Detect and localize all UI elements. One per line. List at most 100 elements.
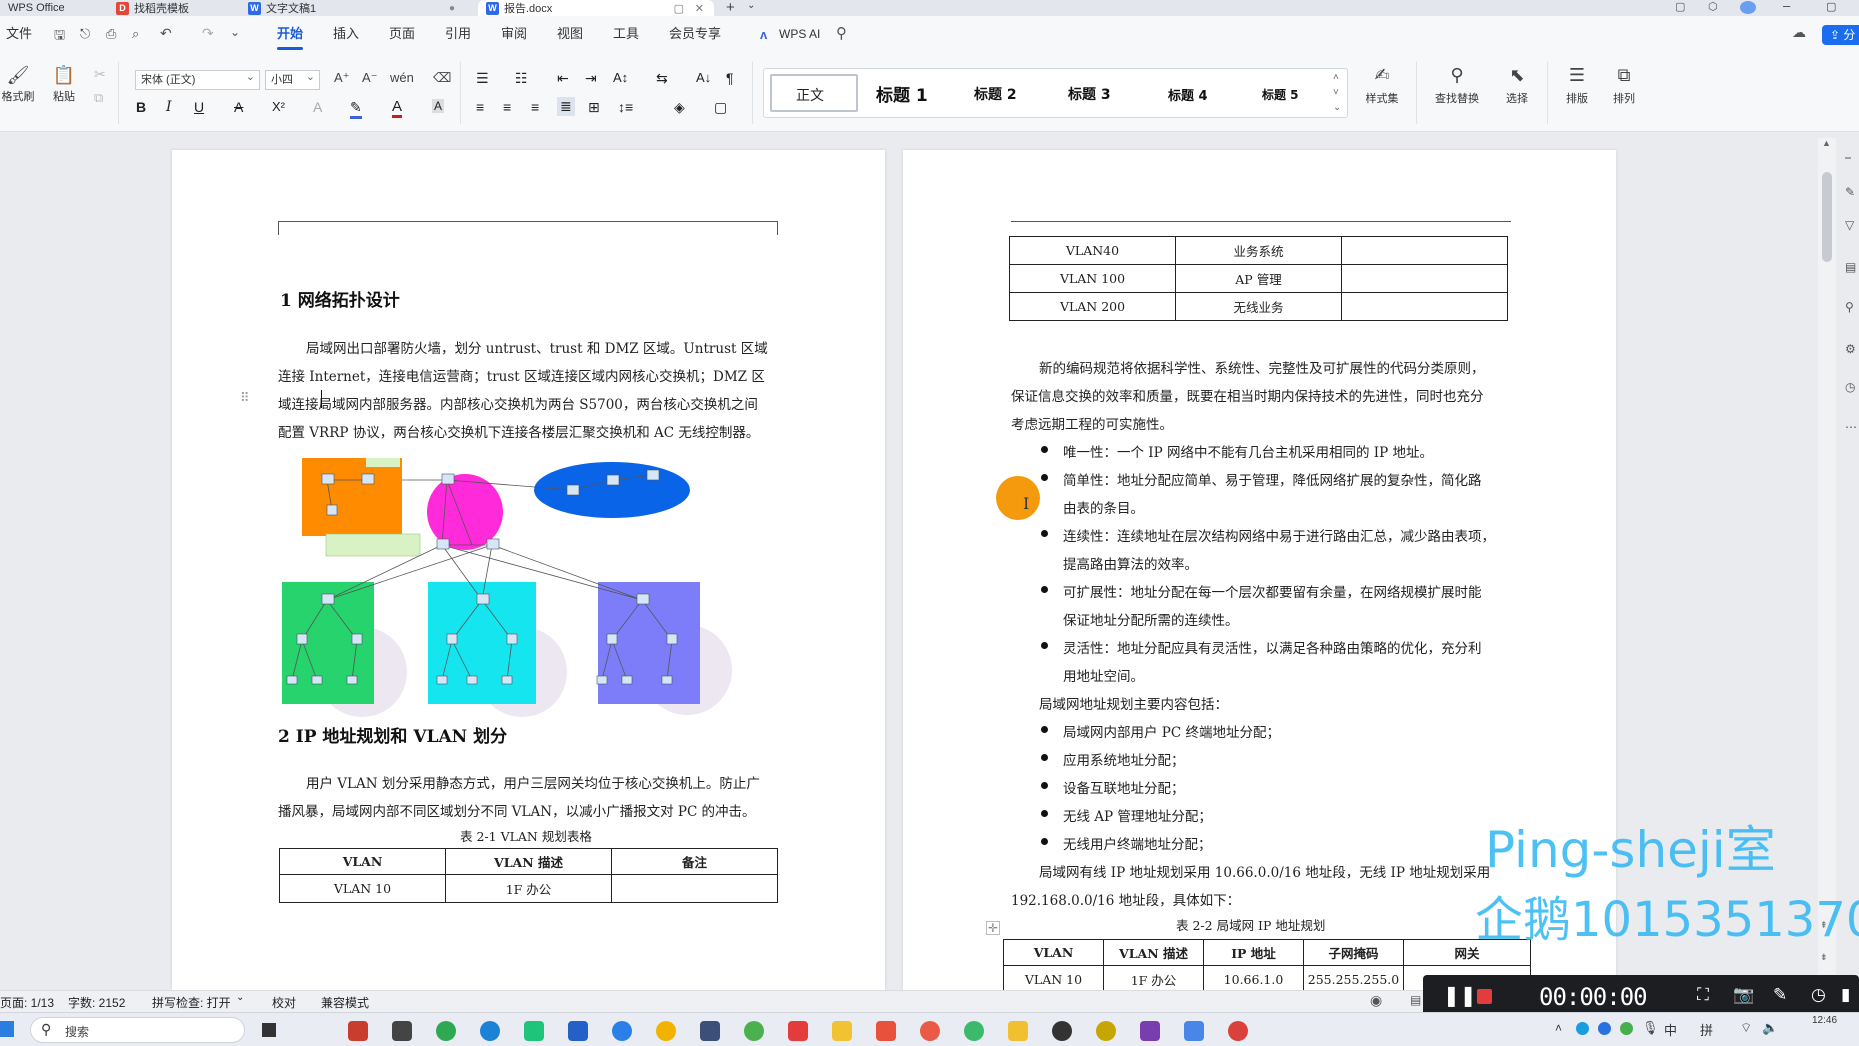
redo-icon[interactable]: ↷ (202, 25, 214, 42)
app-icon[interactable] (700, 1021, 720, 1041)
onenote-icon[interactable] (1140, 1021, 1160, 1041)
avatar[interactable] (1740, 1, 1756, 14)
find-replace-button[interactable]: ⚲ 查找替换 (1424, 66, 1490, 106)
side-shape-icon[interactable]: ▽ (1845, 218, 1854, 232)
proofread-button[interactable]: 校对 (272, 994, 296, 1011)
style-set-button[interactable]: ✍ 样式集 (1358, 66, 1406, 106)
side-more-icon[interactable]: ⋯ (1845, 420, 1857, 434)
tab-docer[interactable]: D 找稻壳模板 (108, 0, 228, 16)
sort-icon[interactable]: ⇆ (656, 70, 668, 87)
format-painter-button[interactable]: 🖌 格式刷 (0, 66, 36, 104)
pause-icon[interactable]: ❚❚ (1443, 983, 1477, 1008)
app-icon[interactable] (964, 1021, 984, 1041)
cube-icon[interactable]: ⬡ (1708, 0, 1718, 13)
app-icon[interactable] (788, 1021, 808, 1041)
view-mode-icon[interactable]: ▤ (1410, 993, 1421, 1007)
vlan-table[interactable]: VLAN VLAN 描述 备注 VLAN 10 1F 办公 (279, 848, 778, 903)
stop-icon[interactable] (1477, 989, 1492, 1004)
next-page-icon[interactable]: ⇟ (1820, 952, 1828, 963)
text-effect-icon[interactable]: A (313, 99, 322, 115)
edge-icon[interactable] (480, 1021, 500, 1041)
page-count[interactable]: 页面: 1/13 (0, 994, 54, 1011)
shading-icon[interactable]: ◈ (674, 99, 685, 116)
print-icon[interactable]: ⎙ (106, 26, 116, 42)
screenshot-icon[interactable]: ⛶ (1697, 985, 1709, 1005)
wps-icon[interactable] (876, 1021, 896, 1041)
side-link-icon[interactable]: ⚲ (1845, 300, 1854, 314)
side-gear-icon[interactable]: ⚙ (1845, 342, 1856, 356)
justify-icon[interactable]: ≣ (557, 97, 575, 116)
distribute-icon[interactable]: ⊞ (588, 99, 600, 116)
word-count[interactable]: 字数: 2152 (68, 994, 125, 1011)
spell-check[interactable]: 拼写检查: 打开 (152, 994, 231, 1011)
window-icon[interactable]: ▢ (1675, 0, 1685, 13)
numbered-list-icon[interactable]: ☷ (515, 70, 528, 87)
select-button[interactable]: ⬉ 选择 (1495, 66, 1539, 106)
menu-member[interactable]: 会员专享 (669, 16, 721, 52)
cloud-sync-icon[interactable]: ☁ (1792, 24, 1806, 41)
undo-icon[interactable]: ↶ (160, 25, 172, 42)
scrollbar-thumb[interactable] (1822, 172, 1832, 262)
italic-icon[interactable]: I (166, 99, 172, 115)
app-icon[interactable] (392, 1021, 412, 1041)
font-shrink-icon[interactable]: A⁻ (362, 70, 378, 86)
tab-list-icon[interactable]: ⌄ (747, 0, 755, 11)
eye-icon[interactable]: ◉ (1370, 992, 1382, 1009)
menu-review[interactable]: 审阅 (501, 16, 527, 52)
style-normal[interactable]: 正文 (770, 74, 858, 112)
cloud-icon[interactable]: ⎋ (80, 26, 90, 42)
microphone-icon[interactable]: 🎙 (1642, 1020, 1659, 1036)
app-icon[interactable] (568, 1021, 588, 1041)
save-icon[interactable]: 🖫 (54, 26, 65, 48)
increase-indent-icon[interactable]: ⇥ (585, 70, 597, 87)
align-right-icon[interactable]: ≡ (531, 99, 539, 115)
ime-pinyin[interactable]: 拼 (1700, 1020, 1713, 1039)
ime-mode[interactable]: 中 (1664, 1020, 1677, 1039)
bold-icon[interactable]: B (136, 99, 146, 115)
font-color-icon[interactable]: A (392, 98, 403, 118)
arrange-button[interactable]: ⧉ 排列 (1602, 66, 1646, 106)
style-heading4[interactable]: 标题 4 (1168, 85, 1208, 104)
window-restore-icon[interactable]: ▢ (674, 2, 684, 15)
clear-format-icon[interactable]: ⌫ (433, 70, 451, 86)
menu-reference[interactable]: 引用 (445, 16, 471, 52)
start-icon[interactable] (0, 1021, 14, 1037)
table-move-handle-icon[interactable]: ✛ (986, 921, 1000, 935)
copy-icon[interactable]: ⧉ (94, 90, 103, 106)
timer-icon[interactable]: ◷ (1811, 985, 1826, 1005)
tray-expand-icon[interactable]: ˄ (1555, 1021, 1562, 1035)
style-scroll-down-icon[interactable]: ˅ (1333, 87, 1339, 98)
phonetic-icon[interactable]: wén (390, 70, 414, 85)
more-icon[interactable]: ⌄ (230, 25, 240, 39)
document-page-1[interactable]: 1 网络拓扑设计 局域网出口部署防火墙，划分 untrust、trust 和 D… (172, 150, 885, 990)
layout-button[interactable]: ☰ 排版 (1555, 66, 1599, 106)
app-icon[interactable] (1096, 1021, 1116, 1041)
scroll-up-icon[interactable]: ▲ (1822, 138, 1831, 148)
new-tab-icon[interactable]: + (726, 0, 735, 16)
app-icon[interactable] (612, 1021, 632, 1041)
app-icon[interactable] (1052, 1021, 1072, 1041)
align-center-icon[interactable]: ≡ (503, 99, 511, 115)
tray-icon[interactable] (1620, 1022, 1633, 1035)
menu-insert[interactable]: 插入 (333, 16, 359, 52)
menu-file[interactable]: 文件 (6, 16, 32, 52)
decrease-indent-icon[interactable]: ⇤ (557, 70, 569, 87)
az-sort-icon[interactable]: A↓ (696, 70, 711, 85)
print-preview-icon[interactable]: ⌕ (132, 26, 139, 42)
paste-button[interactable]: 📋 粘贴 (46, 66, 82, 104)
style-heading2[interactable]: 标题 2 (974, 84, 1017, 104)
drag-handle-icon[interactable]: ⠿ (240, 390, 250, 406)
tab-report[interactable]: W 报告.docx ▢ ✕ (478, 0, 714, 16)
taskview-icon[interactable] (262, 1023, 276, 1037)
wps-ai-button[interactable]: WPS AI (779, 27, 820, 41)
tray-icon[interactable] (1598, 1022, 1611, 1035)
app-icon[interactable] (348, 1021, 368, 1041)
align-left-icon[interactable]: ≡ (476, 99, 484, 115)
tray-icon[interactable] (1576, 1022, 1589, 1035)
strikethrough-icon[interactable]: A (234, 99, 243, 115)
underline-icon[interactable]: U (194, 99, 204, 115)
wifi-icon[interactable]: ⌔ (1740, 1020, 1752, 1036)
side-table-icon[interactable]: ▤ (1845, 260, 1856, 274)
clock[interactable]: 12:46 (1812, 1015, 1837, 1026)
line-spacing-icon[interactable]: ↕≡ (618, 99, 633, 115)
